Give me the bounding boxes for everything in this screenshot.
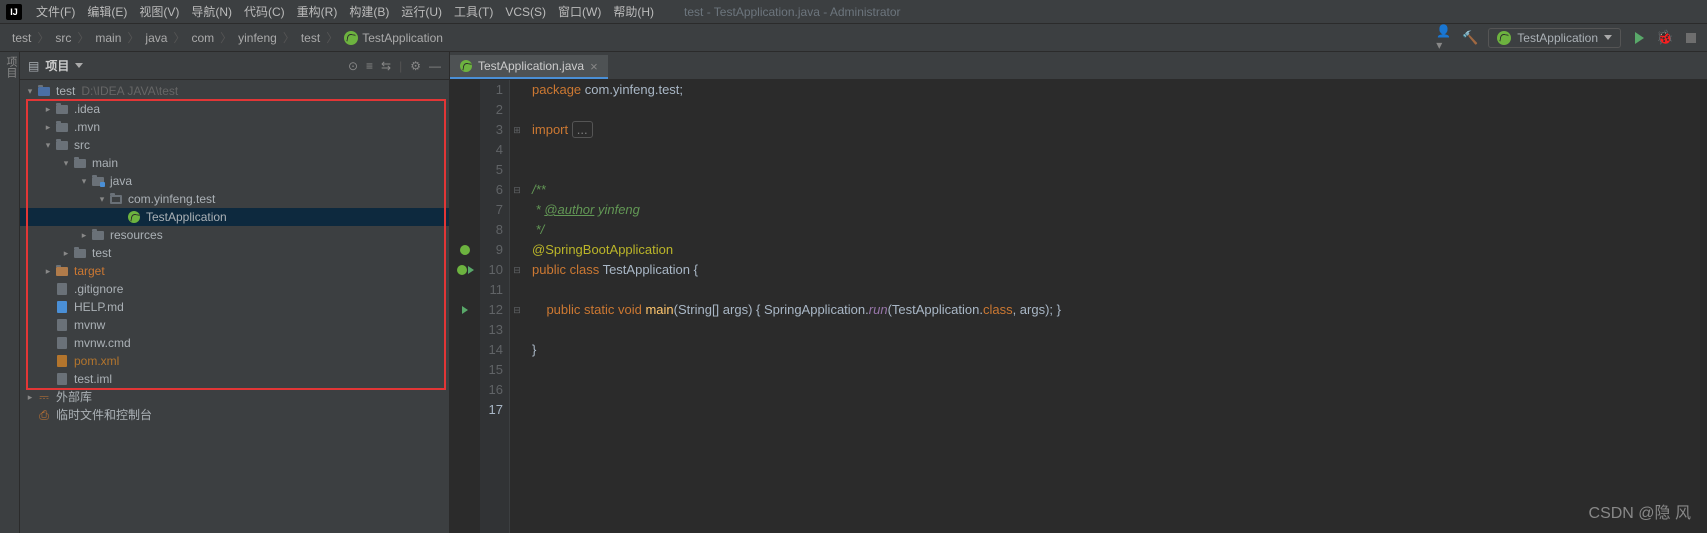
menu-build[interactable]: 构建(B) (343, 1, 395, 23)
menu-window[interactable]: 窗口(W) (552, 1, 607, 23)
gutter-icons (450, 80, 480, 533)
crumb-src[interactable]: src (51, 31, 75, 45)
spring-boot-icon (460, 60, 472, 72)
menu-edit[interactable]: 编辑(E) (81, 1, 133, 23)
tree-node-src[interactable]: src (20, 136, 449, 154)
tree-node-external-libs[interactable]: ⎓外部库 (20, 388, 449, 406)
tree-node-target[interactable]: target (20, 262, 449, 280)
tree-node-test[interactable]: test (20, 244, 449, 262)
crumb-java[interactable]: java (141, 31, 171, 45)
expand-all-icon[interactable]: ≡ (366, 59, 373, 73)
gutter-icon-run-class[interactable] (450, 260, 480, 280)
project-view-icon: ▤ (28, 59, 39, 73)
menu-tools[interactable]: 工具(T) (448, 1, 499, 23)
run-config-selector[interactable]: TestApplication (1488, 28, 1621, 48)
tree-node-scratches[interactable]: ⎙临时文件和控制台 (20, 406, 449, 424)
menu-run[interactable]: 运行(U) (395, 1, 448, 23)
tree-node-idea[interactable]: .idea (20, 100, 449, 118)
editor-body[interactable]: 12345 678910 1112131415 1617 ⊞ ⊟⊟ ⊟ pack… (450, 80, 1707, 533)
spring-boot-icon (1497, 31, 1511, 45)
tree-node-root[interactable]: testD:\IDEA JAVA\test (20, 82, 449, 100)
crumb-com[interactable]: com (187, 31, 218, 45)
project-tree[interactable]: testD:\IDEA JAVA\test .idea .mvn src mai… (20, 80, 449, 533)
menu-code[interactable]: 代码(C) (238, 1, 291, 23)
workspace: 项目 ▤ 项目 ⊙ ≡ ⇆ | ⚙ — testD:\IDEA JAVA\tes… (0, 52, 1707, 533)
stop-button[interactable] (1683, 30, 1699, 46)
tree-node-mvnwcmd[interactable]: mvnw.cmd (20, 334, 449, 352)
gutter-icon-spring[interactable] (450, 240, 480, 260)
close-icon[interactable]: × (590, 59, 598, 74)
menu-refactor[interactable]: 重构(R) (291, 1, 344, 23)
tool-window-title: 项目 (45, 57, 69, 74)
crumb-file-label: TestApplication (362, 31, 443, 45)
menu-help[interactable]: 帮助(H) (607, 1, 660, 23)
gear-icon[interactable]: ⚙ (410, 59, 421, 73)
crumb-file[interactable]: TestApplication (340, 31, 447, 45)
line-numbers: 12345 678910 1112131415 1617 (480, 80, 510, 533)
build-button[interactable]: 🔨 (1462, 30, 1478, 46)
locate-icon[interactable]: ⊙ (348, 59, 358, 73)
debug-button[interactable]: 🐞 (1657, 30, 1673, 46)
hide-icon[interactable]: — (429, 59, 441, 73)
tree-node-mvnw[interactable]: mvnw (20, 316, 449, 334)
toolbar-right: 👤▾ 🔨 TestApplication 🐞 (1436, 28, 1699, 48)
tab-label: TestApplication.java (478, 59, 584, 73)
collapse-all-icon[interactable]: ⇆ (381, 59, 391, 73)
tool-window-header: ▤ 项目 ⊙ ≡ ⇆ | ⚙ — (20, 52, 449, 80)
crumb-main[interactable]: main (91, 31, 125, 45)
code-content[interactable]: package com.yinfeng.test; import ... /**… (524, 80, 1707, 533)
editor-tab-testapplication[interactable]: TestApplication.java × (450, 55, 608, 79)
tree-node-package[interactable]: com.yinfeng.test (20, 190, 449, 208)
window-title: test - TestApplication.java - Administra… (684, 5, 901, 19)
crumb-yinfeng[interactable]: yinfeng (234, 31, 281, 45)
crumb-testpkg[interactable]: test (297, 31, 324, 45)
menu-vcs[interactable]: VCS(S) (499, 1, 552, 23)
tree-node-helpmd[interactable]: HELP.md (20, 298, 449, 316)
menu-view[interactable]: 视图(V) (133, 1, 185, 23)
menu-navigate[interactable]: 导航(N) (185, 1, 238, 23)
spring-boot-icon (344, 31, 358, 45)
menu-bar: IJ 文件(F) 编辑(E) 视图(V) 导航(N) 代码(C) 重构(R) 构… (0, 0, 1707, 24)
navigation-bar: test〉 src〉 main〉 java〉 com〉 yinfeng〉 tes… (0, 24, 1707, 52)
editor-tabs: TestApplication.java × (450, 52, 1707, 80)
run-config-label: TestApplication (1517, 31, 1598, 45)
tree-node-java[interactable]: java (20, 172, 449, 190)
tree-node-testapplication[interactable]: TestApplication (20, 208, 449, 226)
ij-logo-icon: IJ (6, 4, 22, 20)
run-button[interactable] (1631, 30, 1647, 46)
crumb-test[interactable]: test (8, 31, 35, 45)
chevron-down-icon[interactable] (75, 63, 83, 68)
tree-node-mvn[interactable]: .mvn (20, 118, 449, 136)
left-tool-stripe[interactable]: 项目 (0, 52, 20, 533)
menu-file[interactable]: 文件(F) (30, 1, 81, 23)
watermark: CSDN @隐 风 (1589, 499, 1691, 523)
tree-node-resources[interactable]: resources (20, 226, 449, 244)
tree-node-main[interactable]: main (20, 154, 449, 172)
project-tool-window: ▤ 项目 ⊙ ≡ ⇆ | ⚙ — testD:\IDEA JAVA\test .… (20, 52, 450, 533)
gutter-icon-run-main[interactable] (450, 300, 480, 320)
fold-gutter: ⊞ ⊟⊟ ⊟ (510, 80, 524, 533)
tree-node-pom[interactable]: pom.xml (20, 352, 449, 370)
chevron-down-icon (1604, 35, 1612, 40)
editor-area: TestApplication.java × 12345 678910 1112… (450, 52, 1707, 533)
user-icon[interactable]: 👤▾ (1436, 30, 1452, 46)
tree-node-iml[interactable]: test.iml (20, 370, 449, 388)
tree-node-gitignore[interactable]: .gitignore (20, 280, 449, 298)
